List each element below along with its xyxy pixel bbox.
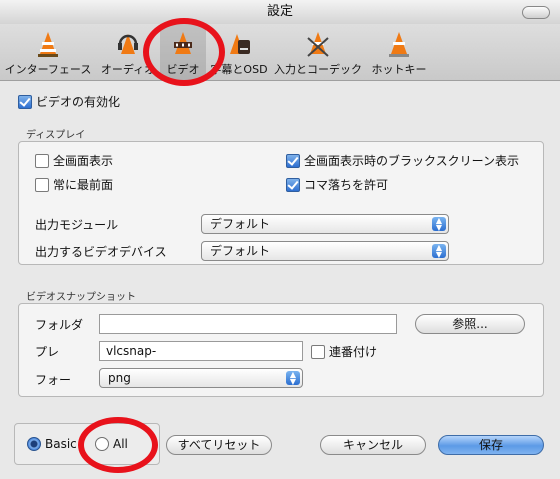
hotkey-cone-icon (389, 32, 409, 57)
output-module-label: 出力モジュール (35, 218, 119, 232)
sequential-checkbox[interactable]: 連番付け (311, 343, 377, 360)
toolbar-toggle-button[interactable] (522, 6, 550, 19)
prefix-label: プレ (35, 345, 60, 359)
snapshot-group: フォルダ 参照... プレ vlcsnap- 連番付け フォー png ▲ ▼ (18, 303, 544, 397)
format-label: フォー (35, 373, 72, 387)
fullscreen-checkbox[interactable]: 全画面表示 (35, 152, 113, 169)
checkbox-checked[interactable] (286, 153, 300, 168)
radio-selected[interactable] (27, 436, 41, 451)
folder-input[interactable] (99, 314, 397, 334)
video-settings-panel: ビデオの有効化 ディスプレイ 全画面表示 全画面表示時のブラックスクリーン表示 … (0, 81, 560, 479)
basic-radio[interactable]: Basic (27, 436, 77, 451)
updown-arrows-icon: ▲ ▼ (432, 217, 446, 232)
tab-label: 字幕とOSD (210, 63, 268, 76)
allow-frame-drop-checkbox[interactable]: コマ落ちを許可 (286, 176, 388, 193)
headphones-cone-icon (118, 34, 138, 54)
tab-video[interactable]: ビデオ (160, 24, 206, 80)
tab-hotkeys[interactable]: ホットキー (366, 24, 432, 80)
vlc-cone-icon (38, 32, 58, 57)
updown-arrows-icon: ▲ ▼ (286, 371, 300, 386)
display-group: 全画面表示 全画面表示時のブラックスクリーン表示 常に最前面 コマ落ちを許可 出… (18, 141, 544, 265)
checkbox-unchecked[interactable] (311, 344, 325, 359)
subtitle-cone-icon (230, 34, 250, 54)
output-device-select[interactable]: デフォルト ▲ ▼ (201, 241, 449, 261)
checkbox-checked[interactable] (18, 94, 32, 109)
all-radio[interactable]: All (95, 436, 128, 451)
format-select[interactable]: png ▲ ▼ (99, 368, 303, 388)
save-button[interactable]: 保存 (438, 435, 544, 455)
codec-cone-icon (307, 32, 329, 57)
checkbox-unchecked[interactable] (35, 153, 49, 168)
film-cone-icon (174, 32, 192, 54)
output-module-select[interactable]: デフォルト ▲ ▼ (201, 214, 449, 234)
always-on-top-checkbox[interactable]: 常に最前面 (35, 176, 113, 193)
mode-selector: Basic All (14, 423, 160, 465)
preferences-toolbar: インターフェース オーディオ ビデオ 字幕とOSD 入力とコーデック ホットキー (0, 24, 560, 81)
reset-all-button[interactable]: すべてリセット (166, 435, 272, 455)
tab-subtitles-osd[interactable]: 字幕とOSD (206, 24, 272, 80)
tab-label: ホットキー (371, 63, 427, 76)
tab-label: ビデオ (166, 63, 200, 76)
radio-unselected[interactable] (95, 436, 109, 451)
window-title: 設定 (266, 4, 293, 19)
cancel-button[interactable]: キャンセル (320, 435, 426, 455)
tab-label: 入力とコーデック (274, 63, 362, 76)
folder-label: フォルダ (35, 318, 84, 332)
browse-button[interactable]: 参照... (415, 314, 525, 334)
snapshot-group-title: ビデオスナップショット (26, 292, 136, 303)
output-device-label: 出力するビデオデバイス (35, 245, 167, 259)
tab-input-codecs[interactable]: 入力とコーデック (272, 24, 364, 80)
prefix-input[interactable]: vlcsnap- (99, 341, 303, 361)
fullscreen-black-checkbox[interactable]: 全画面表示時のブラックスクリーン表示 (286, 152, 536, 169)
checkbox-checked[interactable] (286, 177, 300, 192)
updown-arrows-icon: ▲ ▼ (432, 244, 446, 259)
enable-video-checkbox[interactable]: ビデオの有効化 (18, 93, 120, 110)
tab-audio[interactable]: オーディオ (98, 24, 158, 80)
checkbox-unchecked[interactable] (35, 177, 49, 192)
tab-interface[interactable]: インターフェース (0, 24, 96, 80)
display-group-title: ディスプレイ (26, 130, 86, 141)
tab-label: オーディオ (100, 63, 156, 76)
tab-label: インターフェース (4, 63, 92, 76)
title-bar: 設定 (0, 0, 560, 25)
